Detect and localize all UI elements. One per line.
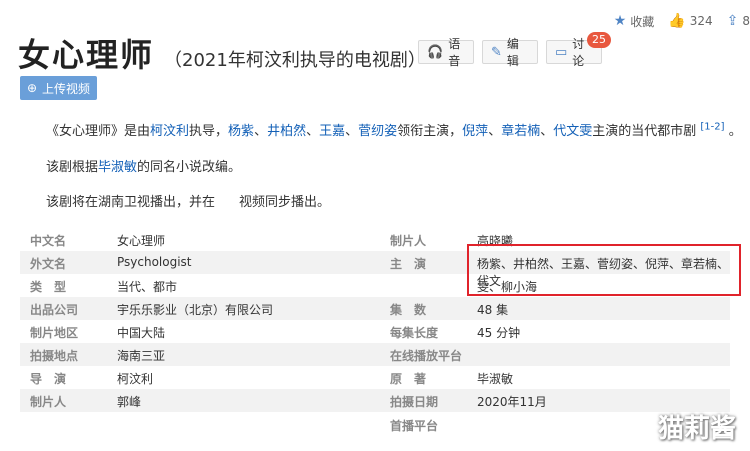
actor-link[interactable]: 王嘉 xyxy=(319,124,345,139)
share-icon: ⇪ xyxy=(726,13,739,29)
director-link[interactable]: 柯汶利 xyxy=(150,124,189,139)
actor-link[interactable]: 章若楠 xyxy=(501,124,540,139)
info-value: 柯汶利 xyxy=(117,372,154,386)
top-action-bar: ★ 收藏 👍 324 ⇪ 8 xyxy=(614,8,750,34)
info-label: 类 型 xyxy=(30,280,67,294)
info-label: 制片人 xyxy=(30,395,67,409)
info-row: 制片人 郭峰 拍摄日期 2020年11月 xyxy=(20,389,730,412)
info-label: 中文名 xyxy=(30,234,67,248)
like-count: 324 xyxy=(689,14,713,28)
upload-video-label: 上传视频 xyxy=(42,81,91,96)
intro-text: 《女心理师》是由 xyxy=(46,124,151,139)
like-button[interactable]: 👍 324 xyxy=(668,13,712,29)
info-row: 首播平台 xyxy=(20,413,730,436)
actor-link[interactable]: 菅纫姿 xyxy=(358,124,397,139)
highlight-box xyxy=(467,244,741,296)
info-label: 制片人 xyxy=(390,234,427,248)
info-value: 女心理师 xyxy=(117,234,166,248)
info-label: 外文名 xyxy=(30,257,67,271)
info-value: 当代、都市 xyxy=(117,280,178,294)
actor-link[interactable]: 杨紫 xyxy=(228,124,254,139)
intro-text: 视频同步播出。 xyxy=(239,195,331,210)
voice-button[interactable]: 🎧 语音 xyxy=(418,37,474,68)
author-link[interactable]: 毕淑敏 xyxy=(98,160,137,175)
info-label: 制片地区 xyxy=(30,326,79,340)
info-label: 集 数 xyxy=(390,303,427,317)
info-row: 制片地区 中国大陆 每集长度 45 分钟 xyxy=(20,320,730,343)
info-value: 45 分钟 xyxy=(477,326,521,340)
share-button[interactable]: ⇪ 8 xyxy=(727,13,750,29)
discuss-count-badge: 25 xyxy=(587,32,611,48)
page-subtitle: （2021年柯汶利执导的电视剧） xyxy=(164,50,426,71)
favorite-button[interactable]: ★ 收藏 xyxy=(614,13,655,30)
info-label: 导 演 xyxy=(30,372,67,386)
comment-icon: ▭ xyxy=(555,44,568,60)
headphones-icon: 🎧 xyxy=(427,44,444,60)
star-icon: ★ xyxy=(613,13,627,29)
plus-icon: ⊕ xyxy=(26,81,38,95)
info-value: 中国大陆 xyxy=(117,326,166,340)
pencil-icon: ✎ xyxy=(491,44,502,60)
info-label: 出品公司 xyxy=(30,303,79,317)
intro-text: 执导， xyxy=(189,124,229,139)
info-label: 原 著 xyxy=(390,372,427,386)
info-value: 2020年11月 xyxy=(477,395,547,409)
upload-video-button[interactable]: ⊕ 上传视频 xyxy=(20,76,97,100)
info-row: 导 演 柯汶利 原 著 毕淑敏 xyxy=(20,366,730,389)
edit-label: 编辑 xyxy=(506,37,519,68)
intro-paragraph-1: 《女心理师》是由柯汶利执导，杨紫、井柏然、王嘉、菅纫姿领衔主演，倪萍、章若楠、代… xyxy=(46,120,742,139)
intro-text: 该剧将在湖南卫视播出，并在 xyxy=(46,195,216,210)
share-count: 8 xyxy=(742,14,750,28)
info-value: 48 集 xyxy=(477,303,509,317)
info-label: 首播平台 xyxy=(390,419,439,433)
voice-label: 语音 xyxy=(448,37,461,68)
separator: 、 xyxy=(254,124,268,139)
watermark: 猫莉酱 xyxy=(657,414,736,444)
intro-text: 的同名小说改编。 xyxy=(137,160,242,175)
separator: 、 xyxy=(306,124,320,139)
page-title-row: 女心理师 （2021年柯汶利执导的电视剧） xyxy=(18,30,426,76)
info-label: 每集长度 xyxy=(390,326,439,340)
intro-paragraph-3: 该剧将在湖南卫视播出，并在 视频同步播出。 xyxy=(46,191,330,210)
page-title: 女心理师 xyxy=(18,36,155,74)
edit-button[interactable]: ✎ 编辑 xyxy=(482,37,538,68)
info-value: Psychologist xyxy=(117,255,192,269)
intro-text: 该剧根据 xyxy=(46,160,99,175)
intro-paragraph-2: 该剧根据毕淑敏的同名小说改编。 xyxy=(46,156,241,175)
separator: 、 xyxy=(540,124,554,139)
intro-text: 主演的当代都市剧 xyxy=(592,124,697,139)
separator: 、 xyxy=(488,124,502,139)
actor-link[interactable]: 井柏然 xyxy=(267,124,306,139)
actor-link[interactable]: 倪萍 xyxy=(462,124,488,139)
intro-text: 领衔主演， xyxy=(397,124,463,139)
info-value: 海南三亚 xyxy=(117,349,166,363)
favorite-label: 收藏 xyxy=(630,14,655,29)
reference-link[interactable]: [1-2] xyxy=(700,122,724,133)
info-value: 郭峰 xyxy=(117,395,142,409)
info-label: 在线播放平台 xyxy=(390,349,463,363)
info-row: 拍摄地点 海南三亚 在线播放平台 xyxy=(20,343,730,366)
info-label: 主 演 xyxy=(390,257,427,271)
separator: 、 xyxy=(345,124,359,139)
info-value: 宇乐乐影业（北京）有限公司 xyxy=(117,303,274,317)
intro-text: 。 xyxy=(728,124,742,139)
info-label: 拍摄日期 xyxy=(390,395,439,409)
thumbs-up-icon: 👍 xyxy=(668,13,686,29)
actor-link[interactable]: 代文雯 xyxy=(553,124,592,139)
info-row: 出品公司 宇乐乐影业（北京）有限公司 集 数 48 集 xyxy=(20,297,730,320)
info-value: 毕淑敏 xyxy=(477,372,514,386)
info-label: 拍摄地点 xyxy=(30,349,79,363)
